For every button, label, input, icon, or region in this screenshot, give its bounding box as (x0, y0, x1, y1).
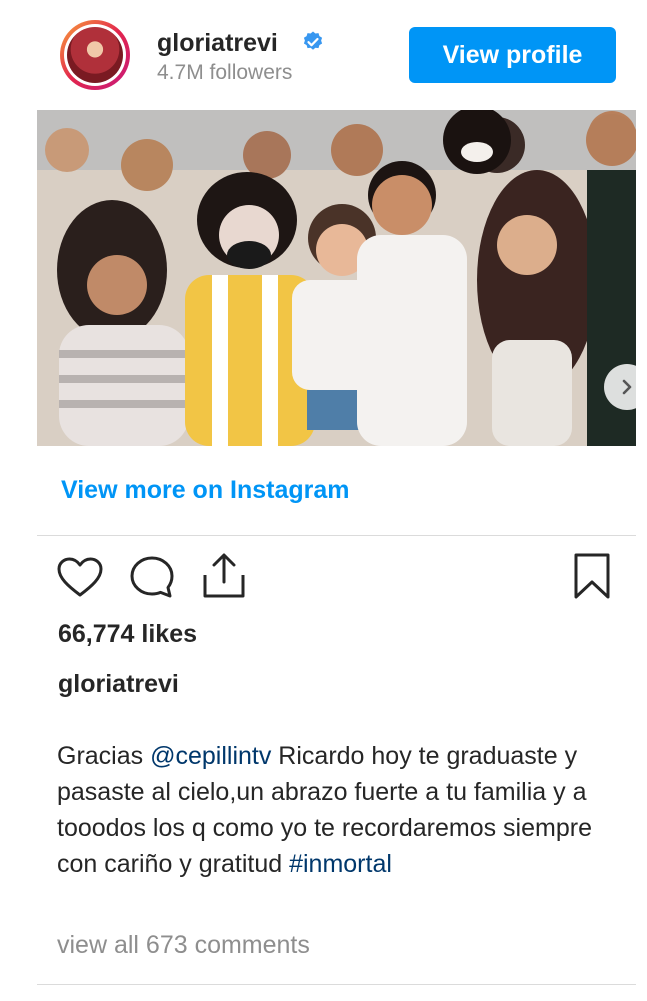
hashtag-link[interactable]: #inmortal (289, 850, 392, 878)
avatar-image (67, 27, 123, 83)
heart-icon[interactable] (56, 556, 104, 598)
follower-count: 4.7M followers (157, 61, 293, 84)
post-photo-illustration (37, 110, 636, 446)
post-header: gloriatrevi 4.7M followers View profile (0, 0, 647, 110)
divider (37, 984, 636, 985)
caption-prefix: Gracias (57, 742, 151, 770)
chevron-right-icon (622, 379, 632, 395)
verified-icon (303, 31, 323, 50)
view-comments-link[interactable]: view all 673 comments (57, 931, 310, 960)
comment-icon[interactable] (129, 555, 175, 599)
avatar-ring (64, 24, 126, 86)
divider (37, 535, 636, 536)
view-more-link[interactable]: View more on Instagram (61, 476, 350, 505)
avatar[interactable] (60, 20, 130, 90)
caption-text: Gracias @cepillintv Ricardo hoy te gradu… (57, 738, 617, 882)
post-image[interactable] (37, 110, 636, 446)
view-profile-button[interactable]: View profile (409, 27, 616, 83)
like-count[interactable]: 66,774 likes (58, 620, 197, 649)
share-icon[interactable] (201, 551, 247, 601)
username[interactable]: gloriatrevi (157, 29, 278, 58)
mention-link[interactable]: @cepillintv (150, 742, 271, 770)
bookmark-icon[interactable] (572, 552, 612, 600)
caption-username[interactable]: gloriatrevi (58, 670, 179, 699)
